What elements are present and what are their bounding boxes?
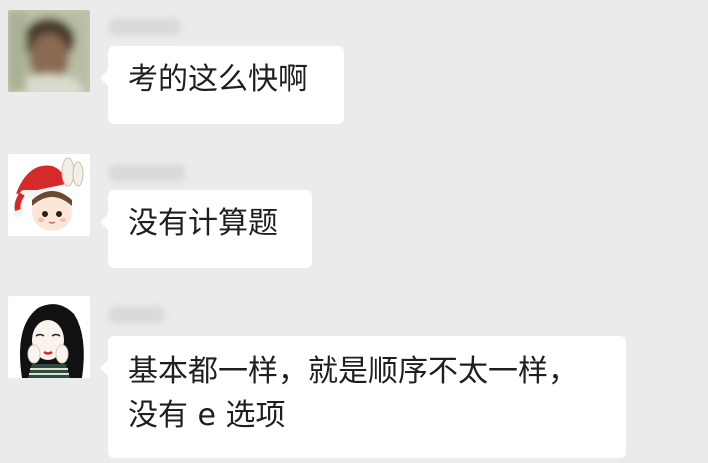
sender-name-blurred xyxy=(108,18,182,36)
message-text-line: 基本都一样，就是顺序不太一样， xyxy=(128,354,578,389)
message-bubble[interactable]: 基本都一样，就是顺序不太一样， 没有 e 选项 xyxy=(100,336,626,458)
message-text: 没有计算题 xyxy=(128,206,278,241)
avatar-image xyxy=(8,10,90,92)
message-text: 考的这么快啊 xyxy=(128,62,308,97)
message-bubble[interactable]: 没有计算题 xyxy=(100,190,312,268)
sender-name-blurred xyxy=(108,164,186,182)
message-text-line: 没有 e 选项 xyxy=(128,398,286,433)
chat-transcript: 考的这么快啊 没有计算题 基本都一样，就是顺序不太一样， 没有 e 选项 xyxy=(0,0,708,463)
sender-name-blurred xyxy=(108,306,166,324)
cartoon-girl-santa-hat-avatar[interactable] xyxy=(8,154,90,236)
chat-message: 没有计算题 xyxy=(0,140,708,280)
chat-message: 考的这么快啊 xyxy=(0,0,708,140)
avatar-image xyxy=(8,296,90,378)
illustrated-girl-black-hair-avatar[interactable] xyxy=(8,296,90,378)
chat-message: 基本都一样，就是顺序不太一样， 没有 e 选项 xyxy=(0,280,708,463)
blurred-photo-avatar[interactable] xyxy=(8,10,90,92)
message-bubble[interactable]: 考的这么快啊 xyxy=(100,46,344,124)
avatar-image xyxy=(8,154,90,236)
